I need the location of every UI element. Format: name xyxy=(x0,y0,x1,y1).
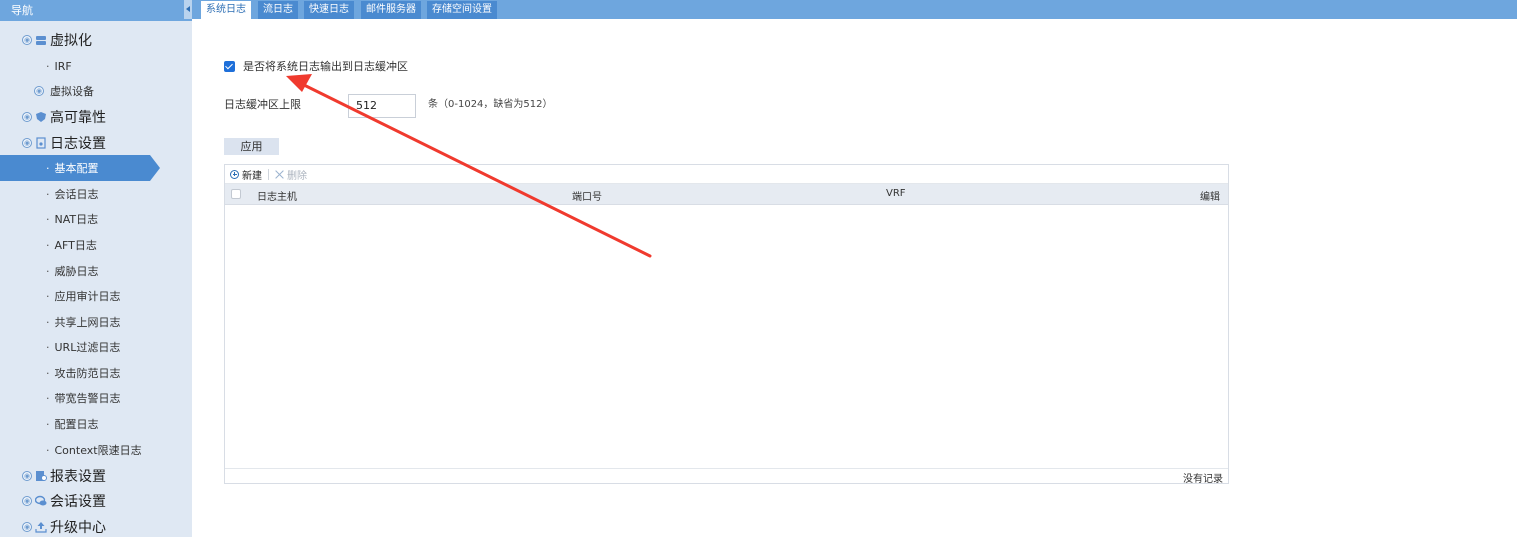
sidebar-item-threat-log[interactable]: · 威胁日志 xyxy=(46,259,99,283)
expand-icon[interactable]: ◉ xyxy=(22,471,32,481)
sidebar-item-label: NAT日志 xyxy=(54,213,99,226)
sidebar-item-label: URL过滤日志 xyxy=(54,341,121,354)
sidebar-item-high-availability[interactable]: ◉ 高可靠性 xyxy=(22,105,106,129)
sidebar-item-app-audit-log[interactable]: · 应用审计日志 xyxy=(46,284,121,308)
sidebar-item-label: 高可靠性 xyxy=(50,110,106,126)
sidebar-item-label: 虚拟设备 xyxy=(50,85,94,98)
server-icon xyxy=(36,36,46,45)
sidebar-item-basic-config[interactable]: · 基本配置 xyxy=(46,156,99,180)
navigation-sidebar: 导航 ◉ 虚拟化 · IRF ◉ 虚拟设备 ◉ 高可靠性 ◉ 日志设置 · 基本… xyxy=(0,0,192,537)
sidebar-item-irf[interactable]: · IRF xyxy=(46,54,72,78)
add-button-label: 新建 xyxy=(242,170,262,182)
report-icon xyxy=(36,471,47,481)
expand-icon[interactable]: ◉ xyxy=(22,496,32,506)
output-to-buffer-label: 是否将系统日志输出到日志缓冲区 xyxy=(243,60,408,73)
log-host-table: 新建 删除 日志主机 端口号 VRF 编辑 没有记录 xyxy=(224,164,1229,485)
sidebar-item-label: 共享上网日志 xyxy=(54,316,121,329)
sidebar-item-label: 威胁日志 xyxy=(54,265,99,278)
sidebar-item-label: 基本配置 xyxy=(54,162,99,175)
sidebar-item-label: AFT日志 xyxy=(54,239,97,252)
sidebar-item-label: Context限速日志 xyxy=(54,444,142,457)
sidebar-item-session-log[interactable]: · 会话日志 xyxy=(46,182,99,206)
output-to-buffer-checkbox[interactable] xyxy=(224,60,235,72)
sidebar-item-context-rate-log[interactable]: · Context限速日志 xyxy=(46,438,142,462)
sidebar-item-label: 会话日志 xyxy=(54,188,99,201)
close-icon xyxy=(275,170,284,179)
sidebar-item-attack-defense-log[interactable]: · 攻击防范日志 xyxy=(46,361,121,385)
sidebar-item-url-filter-log[interactable]: · URL过滤日志 xyxy=(46,335,120,359)
sidebar-item-log-settings[interactable]: ◉ 日志设置 xyxy=(22,131,106,155)
sidebar-item-label: 攻击防范日志 xyxy=(54,367,121,380)
sidebar-item-bandwidth-alarm-log[interactable]: · 带宽告警日志 xyxy=(46,386,121,410)
shield-icon xyxy=(36,112,46,122)
table-toolbar: 新建 删除 xyxy=(225,165,1228,184)
collapse-sidebar-button[interactable] xyxy=(184,0,192,19)
sidebar-item-label: 虚拟化 xyxy=(50,33,92,49)
nav-header: 导航 xyxy=(0,0,192,21)
expand-icon[interactable]: ◉ xyxy=(22,35,32,45)
sidebar-item-label: 升级中心 xyxy=(50,520,106,536)
expand-icon[interactable]: ◉ xyxy=(22,522,32,532)
apply-button[interactable]: 应用 xyxy=(224,138,279,155)
sidebar-item-upgrade-center[interactable]: ◉ 升级中心 xyxy=(22,515,106,537)
tab-fast-log[interactable]: 快速日志 xyxy=(304,1,354,19)
select-all-checkbox[interactable] xyxy=(231,189,241,199)
buffer-limit-hint: 条（0-1024，缺省为512） xyxy=(428,99,553,110)
expand-icon[interactable]: ◉ xyxy=(22,138,32,148)
expand-icon[interactable]: ◉ xyxy=(34,86,44,96)
tab-system-log[interactable]: 系统日志 xyxy=(201,1,251,19)
sidebar-item-label: 带宽告警日志 xyxy=(54,392,121,405)
sidebar-item-label: 日志设置 xyxy=(50,136,106,152)
sidebar-item-label: 会话设置 xyxy=(50,494,106,510)
output-to-buffer-row: 是否将系统日志输出到日志缓冲区 xyxy=(224,58,408,74)
table-footer: 没有记录 xyxy=(225,468,1228,485)
tab-storage-settings[interactable]: 存储空间设置 xyxy=(427,1,497,19)
tab-flow-log[interactable]: 流日志 xyxy=(258,1,298,19)
column-header-port[interactable]: 端口号 xyxy=(572,188,602,203)
delete-button-label: 删除 xyxy=(287,170,307,182)
document-icon xyxy=(36,137,46,149)
add-button[interactable]: 新建 xyxy=(230,167,262,182)
sidebar-item-label: IRF xyxy=(54,59,72,73)
toolbar-divider xyxy=(268,168,269,180)
buffer-limit-label: 日志缓冲区上限 xyxy=(224,98,301,111)
expand-icon[interactable]: ◉ xyxy=(22,112,32,122)
tab-bar: 系统日志 流日志 快速日志 邮件服务器 存储空间设置 xyxy=(184,0,1517,19)
sidebar-item-session-settings[interactable]: ◉ 会话设置 xyxy=(22,489,106,513)
upload-icon xyxy=(35,522,47,533)
add-circle-icon xyxy=(230,169,239,179)
tab-mail-server[interactable]: 邮件服务器 xyxy=(361,1,421,19)
sidebar-item-label: 报表设置 xyxy=(50,469,106,485)
sidebar-item-nat-log[interactable]: · NAT日志 xyxy=(46,207,98,231)
sidebar-item-virtualization[interactable]: ◉ 虚拟化 xyxy=(22,28,92,52)
table-header: 日志主机 端口号 VRF 编辑 xyxy=(225,184,1228,205)
sidebar-item-virtual-device[interactable]: ◉ 虚拟设备 xyxy=(34,79,94,103)
sidebar-item-label: 应用审计日志 xyxy=(54,290,121,303)
delete-button[interactable]: 删除 xyxy=(275,167,307,182)
sidebar-item-report-settings[interactable]: ◉ 报表设置 xyxy=(22,464,106,488)
column-header-edit: 编辑 xyxy=(1200,192,1220,203)
sidebar-item-label: 配置日志 xyxy=(54,418,99,431)
sidebar-item-shared-access-log[interactable]: · 共享上网日志 xyxy=(46,310,121,334)
column-header-vrf[interactable]: VRF xyxy=(886,188,906,199)
column-header-log-host[interactable]: 日志主机 xyxy=(257,188,297,203)
sidebar-item-config-log[interactable]: · 配置日志 xyxy=(46,412,99,436)
sidebar-item-aft-log[interactable]: · AFT日志 xyxy=(46,233,97,257)
chat-icon xyxy=(35,495,47,506)
buffer-limit-input[interactable]: 512 xyxy=(348,94,416,118)
no-records-text: 没有记录 xyxy=(1183,474,1223,485)
